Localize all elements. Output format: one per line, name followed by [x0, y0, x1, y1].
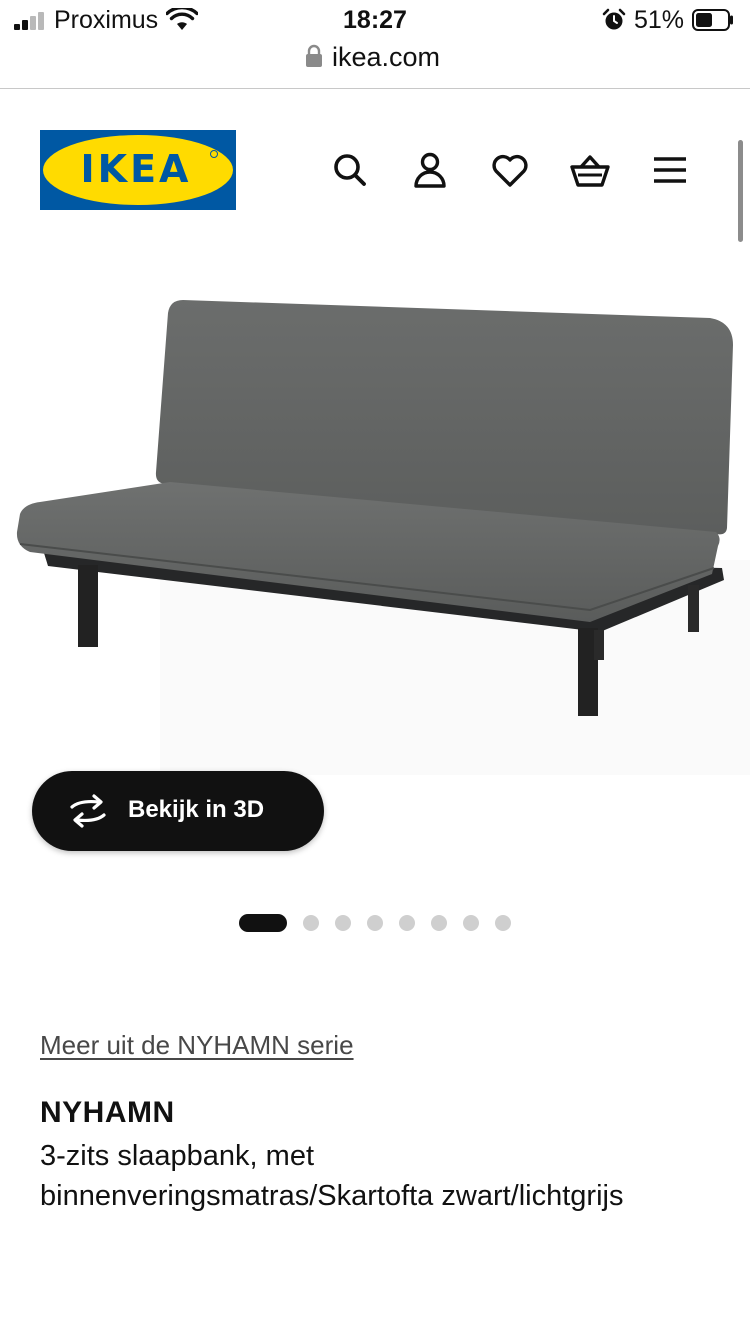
status-bar: Proximus 18:27 51%: [0, 0, 750, 40]
url-text[interactable]: ikea.com: [332, 42, 440, 73]
image-carousel-pagination: [0, 914, 750, 932]
carousel-dot[interactable]: [303, 915, 319, 931]
svg-text:IKEA: IKEA: [81, 147, 192, 191]
lock-icon: [306, 44, 322, 67]
browser-url-bar[interactable]: ikea.com: [0, 38, 750, 89]
battery-icon: [692, 9, 733, 31]
wishlist-heart-icon[interactable]: [488, 148, 532, 192]
product-name: NYHAMN: [40, 1096, 175, 1129]
page-scrollbar[interactable]: [738, 140, 743, 242]
alarm-icon: [602, 8, 626, 30]
carousel-dot-active[interactable]: [239, 914, 287, 932]
shopping-basket-icon[interactable]: [568, 148, 612, 192]
search-icon[interactable]: [328, 148, 372, 192]
battery-percent: 51%: [634, 6, 685, 34]
view-in-3d-button[interactable]: Bekijk in 3D: [32, 771, 324, 851]
carousel-dot[interactable]: [495, 915, 511, 931]
carousel-dot[interactable]: [463, 915, 479, 931]
product-image[interactable]: [0, 280, 750, 780]
product-description: 3-zits slaapbank, met binnenveringsmatra…: [40, 1140, 624, 1212]
account-icon[interactable]: [408, 148, 452, 192]
carousel-dot[interactable]: [431, 915, 447, 931]
carousel-dot[interactable]: [399, 915, 415, 931]
rotate-3d-icon: [70, 794, 106, 828]
menu-icon[interactable]: [648, 148, 692, 192]
view-in-3d-label: Bekijk in 3D: [128, 796, 265, 823]
carousel-dot[interactable]: [367, 915, 383, 931]
carousel-dot[interactable]: [335, 915, 351, 931]
series-link[interactable]: Meer uit de NYHAMN serie: [40, 1030, 354, 1061]
ikea-logo[interactable]: IKEA: [40, 130, 236, 210]
